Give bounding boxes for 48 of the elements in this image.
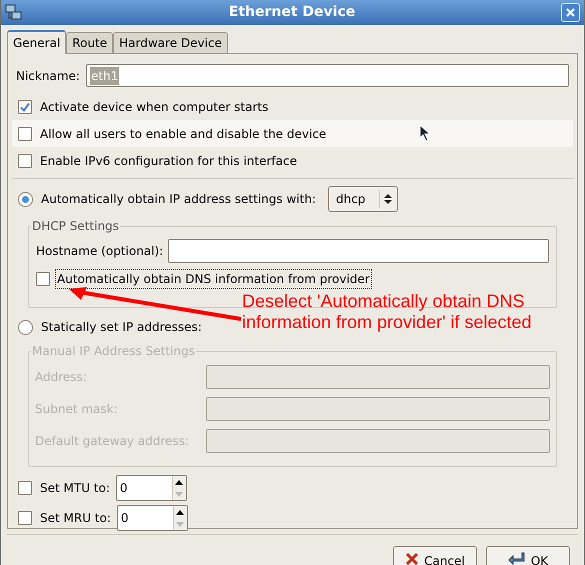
spinner-arrows-icon xyxy=(384,193,392,205)
checkbox-label: Set MRU to: xyxy=(40,510,111,527)
annotation-text: Deselect 'Automatically obtain DNS information from provider' if selected xyxy=(242,291,533,333)
group-title: Manual IP Address Settings xyxy=(31,343,196,359)
radio-button[interactable] xyxy=(18,192,33,206)
checkbox-label: Automatically obtain DNS information from provider xyxy=(55,269,372,289)
return-arrow-icon xyxy=(508,552,526,565)
protocol-dropdown[interactable]: dhcp xyxy=(328,186,398,212)
close-button[interactable] xyxy=(561,3,580,22)
number-spinner[interactable]: 0 xyxy=(116,505,188,531)
cancel-icon xyxy=(405,552,420,565)
tab[interactable]: Route xyxy=(66,32,114,53)
window-title: Ethernet Device xyxy=(228,3,356,22)
up-arrow-icon xyxy=(175,480,184,484)
ok-button[interactable]: OK xyxy=(486,546,570,565)
checkbox-label: Allow all users to enable and disable the device xyxy=(40,126,326,142)
checkbox-label: Activate device when computer starts xyxy=(40,98,268,116)
tab[interactable]: Hardware Device xyxy=(113,32,228,53)
cancel-button[interactable]: Cancel xyxy=(393,546,477,565)
tab[interactable]: General xyxy=(7,30,66,54)
text-field[interactable] xyxy=(206,429,550,453)
checkbox[interactable] xyxy=(18,511,32,525)
text-field[interactable] xyxy=(206,365,550,389)
close-icon xyxy=(566,8,575,17)
radio-label: Automatically obtain IP address settings with: xyxy=(41,191,316,208)
field-label: Subnet mask: xyxy=(35,401,119,418)
down-arrow-icon xyxy=(175,492,184,496)
radio-button[interactable] xyxy=(18,320,33,334)
checkbox[interactable] xyxy=(18,100,32,114)
field-label: Nickname: xyxy=(16,68,80,84)
number-spinner[interactable]: 0 xyxy=(116,475,187,501)
field-label: Hostname (optional): xyxy=(36,243,164,260)
field-label: Default gateway address: xyxy=(35,433,190,450)
field-label: Address: xyxy=(35,369,88,386)
checkbox[interactable] xyxy=(18,126,32,140)
down-arrow-icon xyxy=(176,522,184,526)
radio-label: Statically set IP addresses: xyxy=(41,319,202,336)
checkbox-label: Set MTU to: xyxy=(40,480,110,497)
checkbox[interactable] xyxy=(18,481,32,495)
group-title: DHCP Settings xyxy=(31,218,120,234)
network-icon xyxy=(5,4,23,22)
up-arrow-icon xyxy=(176,510,184,514)
mouse-pointer-icon xyxy=(419,124,431,142)
checkbox-label: Enable IPv6 configuration for this interface xyxy=(40,152,297,170)
text-field[interactable] xyxy=(206,397,550,421)
checkbox[interactable] xyxy=(36,272,50,286)
hostname-field[interactable] xyxy=(168,239,549,263)
checkbox[interactable] xyxy=(18,154,32,168)
